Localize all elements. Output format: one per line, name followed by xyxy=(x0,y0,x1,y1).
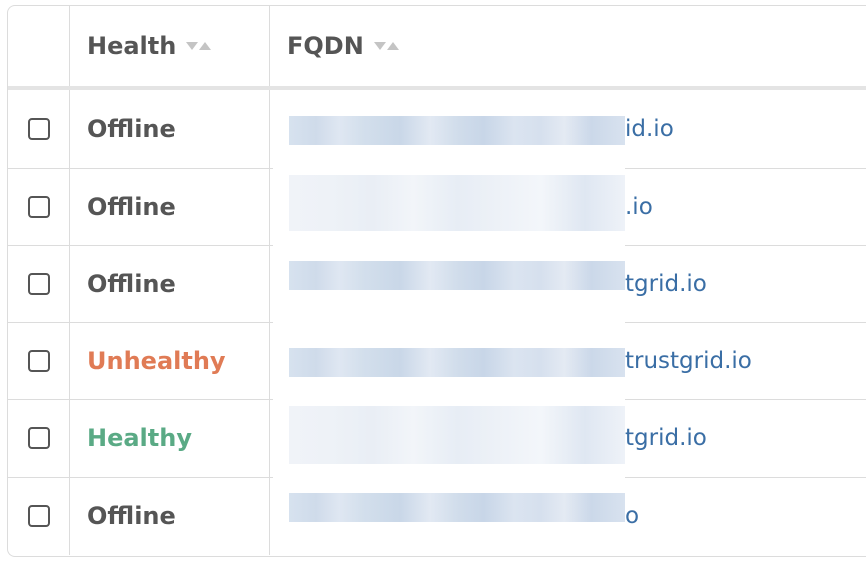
row-checkbox[interactable] xyxy=(27,272,50,295)
table-header: Health FQDN xyxy=(8,6,866,90)
health-cell: Unhealthy xyxy=(69,322,269,399)
sort-icon[interactable] xyxy=(186,42,212,50)
health-status: Offline xyxy=(87,269,176,298)
redaction-bar xyxy=(289,348,625,377)
column-header-health[interactable]: Health xyxy=(69,6,269,86)
row-checkbox[interactable] xyxy=(27,505,50,527)
health-cell: Healthy xyxy=(69,399,269,477)
sort-icon[interactable] xyxy=(373,42,399,50)
health-cell: Offline xyxy=(69,168,269,245)
row-checkbox[interactable] xyxy=(27,118,50,140)
row-select-cell xyxy=(8,90,69,168)
redaction-bar xyxy=(289,493,625,522)
row-select-cell xyxy=(8,399,69,477)
row-select-cell xyxy=(8,245,69,322)
row-select-cell xyxy=(8,322,69,399)
row-select-cell xyxy=(8,477,69,555)
fqdn-link[interactable]: tgrid.io xyxy=(625,271,707,297)
health-cell: Offline xyxy=(69,90,269,168)
row-checkbox[interactable] xyxy=(27,349,50,372)
fqdn-link[interactable]: tgrid.io xyxy=(625,425,707,451)
redaction-bar xyxy=(289,116,625,145)
row-checkbox[interactable] xyxy=(27,195,50,218)
fqdn-link[interactable]: o xyxy=(625,503,639,529)
row-select-cell xyxy=(8,168,69,245)
redaction-bar xyxy=(289,261,625,290)
header-select-cell xyxy=(8,6,69,86)
health-status: Unhealthy xyxy=(87,346,226,375)
redaction-bar xyxy=(289,406,625,464)
health-status: Offline xyxy=(87,115,176,143)
health-status: Healthy xyxy=(87,424,192,452)
health-cell: Offline xyxy=(69,477,269,555)
fqdn-link[interactable]: .io xyxy=(625,194,653,220)
health-cell: Offline xyxy=(69,245,269,322)
redaction-bar xyxy=(289,175,625,231)
health-status: Offline xyxy=(87,192,176,221)
column-header-fqdn[interactable]: FQDN xyxy=(269,6,866,86)
column-header-fqdn-label: FQDN xyxy=(287,32,364,60)
redaction-overlay xyxy=(273,92,625,554)
row-checkbox[interactable] xyxy=(27,427,50,449)
fqdn-link[interactable]: id.io xyxy=(625,116,674,142)
fqdn-link[interactable]: trustgrid.io xyxy=(625,348,752,374)
health-status: Offline xyxy=(87,502,176,530)
column-header-health-label: Health xyxy=(87,32,177,60)
